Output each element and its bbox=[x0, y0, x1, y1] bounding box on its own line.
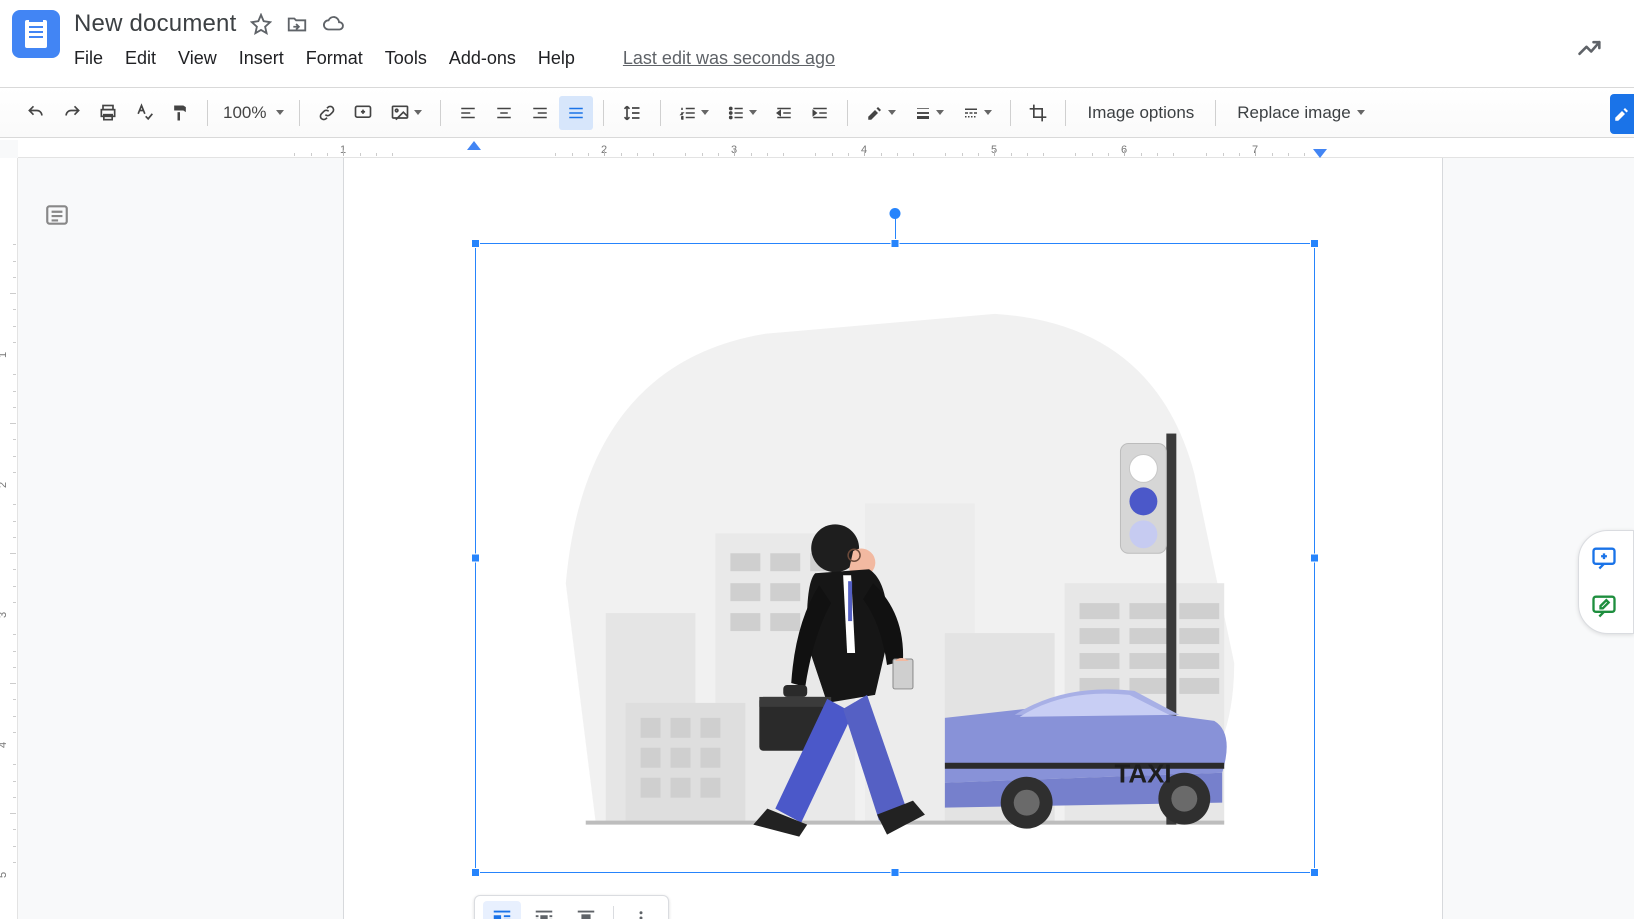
bulleted-list-button[interactable] bbox=[719, 96, 765, 130]
border-weight-button[interactable] bbox=[906, 96, 952, 130]
insert-link-button[interactable] bbox=[310, 96, 344, 130]
insert-image-button[interactable] bbox=[382, 96, 430, 130]
chevron-down-icon bbox=[276, 110, 284, 115]
menu-edit[interactable]: Edit bbox=[125, 48, 156, 69]
line-spacing-button[interactable] bbox=[614, 96, 650, 130]
undo-button[interactable] bbox=[19, 96, 53, 130]
toolbar: 100% Image options Replace image bbox=[0, 88, 1634, 138]
align-right-button[interactable] bbox=[523, 96, 557, 130]
side-action-panel bbox=[1578, 530, 1634, 634]
spellcheck-button[interactable] bbox=[127, 96, 161, 130]
wrap-inline-button[interactable] bbox=[483, 901, 521, 919]
chevron-down-icon bbox=[414, 110, 422, 115]
rotation-handle[interactable] bbox=[890, 208, 901, 219]
decrease-indent-button[interactable] bbox=[767, 96, 801, 130]
chevron-down-icon bbox=[936, 110, 944, 115]
wrap-more-button[interactable] bbox=[622, 901, 660, 919]
document-title[interactable]: New document bbox=[74, 10, 236, 38]
print-button[interactable] bbox=[91, 96, 125, 130]
menu-help[interactable]: Help bbox=[538, 48, 575, 69]
menu-insert[interactable]: Insert bbox=[239, 48, 284, 69]
zoom-value: 100% bbox=[223, 103, 266, 123]
selected-image[interactable]: TAXI bbox=[475, 243, 1315, 873]
add-comment-button[interactable] bbox=[346, 96, 380, 130]
crop-button[interactable] bbox=[1021, 96, 1055, 130]
suggest-edits-side-button[interactable] bbox=[1587, 589, 1621, 623]
redo-button[interactable] bbox=[55, 96, 89, 130]
border-dash-button[interactable] bbox=[954, 96, 1000, 130]
align-center-button[interactable] bbox=[487, 96, 521, 130]
left-indent-marker[interactable] bbox=[467, 141, 481, 150]
vertical-ruler[interactable]: 12345 bbox=[0, 158, 18, 919]
cloud-saved-icon[interactable] bbox=[322, 13, 346, 35]
wrap-text-button[interactable] bbox=[525, 901, 563, 919]
taxi-label: TAXI bbox=[1114, 761, 1171, 789]
chevron-down-icon bbox=[701, 110, 709, 115]
chevron-down-icon bbox=[888, 110, 896, 115]
separator bbox=[613, 906, 614, 919]
mode-edit-button[interactable] bbox=[1610, 94, 1634, 134]
menu-tools[interactable]: Tools bbox=[385, 48, 427, 69]
wrap-break-button[interactable] bbox=[567, 901, 605, 919]
zoom-dropdown[interactable]: 100% bbox=[217, 103, 290, 123]
workspace: 1234567 12345 bbox=[0, 140, 1634, 919]
add-comment-side-button[interactable] bbox=[1587, 541, 1621, 575]
menu-addons[interactable]: Add-ons bbox=[449, 48, 516, 69]
increase-indent-button[interactable] bbox=[803, 96, 837, 130]
image-options-button[interactable]: Image options bbox=[1075, 96, 1206, 130]
chevron-down-icon bbox=[984, 110, 992, 115]
star-icon[interactable] bbox=[250, 13, 272, 35]
menu-bar: File Edit View Insert Format Tools Add-o… bbox=[74, 48, 1622, 69]
app-header: New document File Edit View Insert Forma… bbox=[0, 0, 1634, 88]
illustration-image: TAXI bbox=[476, 244, 1314, 873]
align-justify-button[interactable] bbox=[559, 96, 593, 130]
paint-format-button[interactable] bbox=[163, 96, 197, 130]
page[interactable]: TAXI bbox=[343, 158, 1443, 919]
last-edit-link[interactable]: Last edit was seconds ago bbox=[623, 48, 835, 69]
docs-app-icon[interactable] bbox=[12, 10, 60, 58]
right-indent-marker[interactable] bbox=[1313, 149, 1327, 158]
menu-file[interactable]: File bbox=[74, 48, 103, 69]
replace-image-label: Replace image bbox=[1237, 103, 1350, 123]
move-to-folder-icon[interactable] bbox=[286, 13, 308, 35]
page-scroll-area[interactable]: TAXI bbox=[18, 158, 1634, 919]
horizontal-ruler[interactable]: 1234567 bbox=[18, 140, 1634, 158]
image-wrap-toolbar bbox=[474, 895, 669, 919]
toolbar-separator bbox=[207, 100, 208, 126]
activity-icon[interactable] bbox=[1576, 34, 1604, 62]
numbered-list-button[interactable] bbox=[671, 96, 717, 130]
chevron-down-icon bbox=[1357, 110, 1365, 115]
align-left-button[interactable] bbox=[451, 96, 485, 130]
menu-view[interactable]: View bbox=[178, 48, 217, 69]
chevron-down-icon bbox=[749, 110, 757, 115]
replace-image-button[interactable]: Replace image bbox=[1225, 96, 1376, 130]
menu-format[interactable]: Format bbox=[306, 48, 363, 69]
border-color-button[interactable] bbox=[858, 96, 904, 130]
